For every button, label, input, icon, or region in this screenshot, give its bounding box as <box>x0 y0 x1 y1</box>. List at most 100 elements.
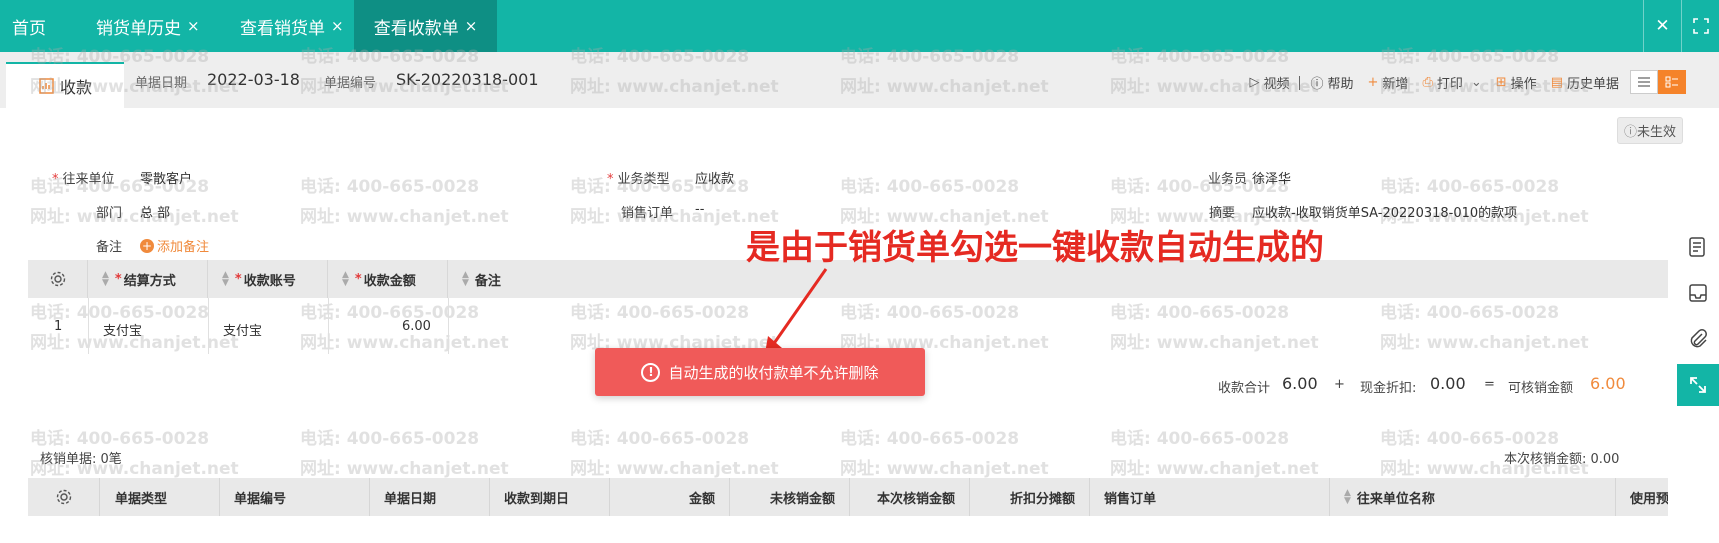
divider <box>328 298 329 354</box>
col-unwritten-amount[interactable]: 未核销金额 <box>730 478 850 516</box>
attachment-icon[interactable] <box>1677 318 1719 360</box>
column-label: 使用预 <box>1630 491 1668 507</box>
tab-label: 查看销货单 <box>240 18 325 39</box>
column-label: 折扣分摊额 <box>1009 491 1075 507</box>
column-label: 金额 <box>688 491 715 507</box>
col-current-writeoff[interactable]: 本次核销金额 <box>850 478 970 516</box>
add-remark-button[interactable]: + 添加备注 <box>140 236 209 255</box>
col-doc-no[interactable]: 单据编号 <box>220 478 370 516</box>
col-remark[interactable]: ▲ ▼ 备注 <box>448 260 648 298</box>
video-button[interactable]: ▷ 视频 <box>1249 73 1289 92</box>
watermark-text: 电话: 400-665-0028 <box>1380 177 1560 197</box>
watermark-text: 电话: 400-665-0028 <box>840 177 1020 197</box>
print-label: 打印 <box>1436 77 1463 92</box>
salesman-label: 业务员 <box>1208 172 1248 187</box>
summary-label: 摘要 <box>1209 206 1236 221</box>
column-label: 收款金额 <box>363 273 416 289</box>
biz-type-label-text: 业务类型 <box>617 172 670 187</box>
watermark-text: 电话: 400-665-0028 <box>1110 429 1290 449</box>
inbox-icon[interactable] <box>1677 272 1719 314</box>
help-button[interactable]: ⓘ 帮助 <box>1310 73 1353 92</box>
col-discount[interactable]: 折扣分摊额 <box>970 478 1090 516</box>
tab-view-receipt[interactable]: 查看收款单 × <box>354 0 497 52</box>
divider <box>1299 75 1301 90</box>
discount-label: 现金折扣: <box>1360 381 1417 396</box>
column-label: 收款账号 <box>243 273 296 289</box>
doc-no-value: SK-20220318-001 <box>396 70 539 89</box>
history-button[interactable]: ▤ 历史单据 <box>1551 73 1619 92</box>
col-partner-name[interactable]: ▲ ▼ 往来单位名称 <box>1330 478 1616 516</box>
row-method[interactable]: 支付宝 <box>103 320 142 339</box>
column-label: 单据类型 <box>115 491 168 507</box>
doc-tab-label: 收款 <box>59 78 92 97</box>
add-button[interactable]: + 新增 <box>1368 73 1409 92</box>
tab-view-sales-order[interactable]: 查看销货单 × <box>240 0 344 52</box>
side-panel <box>1677 226 1719 410</box>
col-prepaid[interactable]: 使用预 <box>1616 478 1668 516</box>
close-icon[interactable]: × <box>465 17 478 35</box>
chevron-down-icon[interactable]: ⌄ <box>1471 75 1482 90</box>
sort-icon[interactable]: ▲ ▼ <box>1344 489 1351 506</box>
col-due-date[interactable]: 收款到期日 <box>490 478 610 516</box>
close-icon[interactable]: × <box>187 17 200 35</box>
col-amount[interactable]: ▲ ▼ * 收款金额 <box>328 260 448 298</box>
add-label: 新增 <box>1382 77 1409 92</box>
sort-icon[interactable]: ▲ ▼ <box>462 271 469 288</box>
watermark-text: 网址: www.chanjet.net <box>30 207 239 227</box>
partner-value[interactable]: 零散客户 <box>140 168 192 187</box>
annotation-text: 是由于销货单勾选一键收款自动生成的 <box>746 228 1324 268</box>
tab-home[interactable]: 首页 <box>12 0 46 52</box>
operate-label: 操作 <box>1510 77 1537 92</box>
card-view-icon[interactable] <box>1658 70 1686 94</box>
equals-sign: = <box>1484 377 1495 392</box>
col-settlement-method[interactable]: ▲ ▼ * 结算方式 <box>88 260 208 298</box>
writeoff-value: 6.00 <box>1590 374 1626 393</box>
divider <box>208 298 209 354</box>
column-label: 销售订单 <box>1104 491 1157 507</box>
expand-icon[interactable] <box>1677 364 1719 406</box>
biz-type-label: * 业务类型 <box>607 172 670 187</box>
table-settings-button[interactable] <box>28 478 100 516</box>
notes-icon[interactable] <box>1677 226 1719 268</box>
partner-label: * 往来单位 <box>52 172 115 187</box>
column-label: 结算方式 <box>123 273 176 289</box>
help-label: 帮助 <box>1327 77 1354 92</box>
divider <box>88 298 89 354</box>
summary-value[interactable]: 应收款-收取销货单SA-20220318-010的款项 <box>1252 202 1517 221</box>
watermark-text: 电话: 400-665-0028 <box>1380 429 1560 449</box>
list-view-icon[interactable] <box>1630 70 1658 94</box>
status-label: 未生效 <box>1636 125 1676 140</box>
add-remark-label: 添加备注 <box>157 240 210 255</box>
fullscreen-icon[interactable] <box>1681 0 1719 52</box>
col-sales-order[interactable]: 销售订单 <box>1090 478 1330 516</box>
row-amount[interactable]: 6.00 <box>402 319 431 334</box>
salesman-value[interactable]: 徐泽华 <box>1252 168 1291 187</box>
operate-button[interactable]: ⊞ 操作 <box>1496 73 1537 92</box>
row-account[interactable]: 支付宝 <box>223 320 262 339</box>
watermark-text: 网址: www.chanjet.net <box>300 207 509 227</box>
col-doc-date[interactable]: 单据日期 <box>370 478 490 516</box>
tab-sales-history[interactable]: 销货单历史 × <box>96 0 200 52</box>
watermark-text: 网址: www.chanjet.net <box>570 459 779 479</box>
discount-value[interactable]: 0.00 <box>1430 374 1466 393</box>
col-doc-type[interactable]: 单据类型 <box>100 478 220 516</box>
total-value: 6.00 <box>1282 374 1318 393</box>
col-amount[interactable]: 金额 <box>610 478 730 516</box>
close-icon[interactable]: × <box>331 17 344 35</box>
close-all-icon[interactable]: ✕ <box>1643 0 1681 52</box>
dept-value[interactable]: 总 部 <box>140 202 170 221</box>
table-settings-button[interactable] <box>28 260 88 298</box>
sort-icon[interactable]: ▲ ▼ <box>102 271 109 288</box>
tab-label: 销货单历史 <box>96 18 181 39</box>
receipt-icon <box>39 78 54 94</box>
dept-label: 部门 <box>96 206 123 221</box>
remark-label: 备注 <box>96 240 123 255</box>
alert-icon: ! <box>641 362 661 382</box>
sort-icon[interactable]: ▲ ▼ <box>222 271 229 288</box>
print-button[interactable]: ⎙ 打印 ⌄ <box>1422 73 1481 92</box>
doc-tab-receipt[interactable]: 收款 <box>6 62 124 108</box>
sort-icon[interactable]: ▲ ▼ <box>342 271 349 288</box>
biz-type-value[interactable]: 应收款 <box>695 168 734 187</box>
date-value: 2022-03-18 <box>207 70 300 89</box>
col-account[interactable]: ▲ ▼ * 收款账号 <box>208 260 328 298</box>
